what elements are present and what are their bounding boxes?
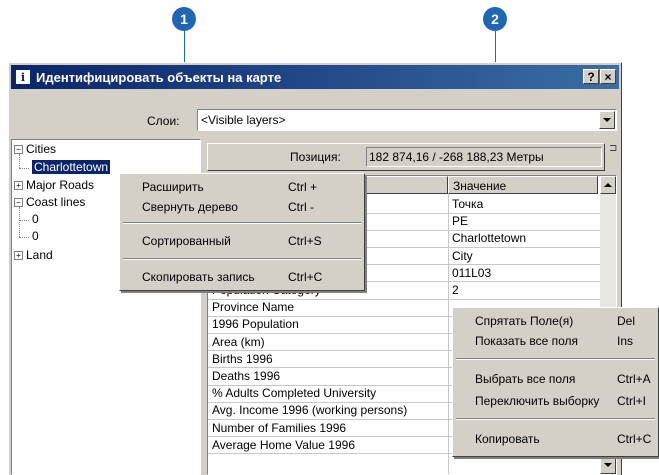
menu-item-hide-fields[interactable]: Спрятать Поле(я) Del — [453, 312, 658, 330]
tree-item-0a[interactable]: 0 — [32, 212, 39, 226]
grid-field-cell[interactable]: Number of Families 1996 — [212, 420, 446, 436]
grid-value-cell[interactable]: City — [452, 248, 598, 264]
position-label: Позиция: — [290, 150, 341, 164]
close-button[interactable]: × — [600, 69, 616, 84]
chevron-down-icon — [604, 463, 612, 467]
grid-field-cell[interactable]: Average Home Value 1996 — [212, 437, 446, 453]
tree-item-land[interactable]: + Land — [14, 248, 53, 262]
collapse-icon[interactable]: − — [14, 198, 23, 208]
grid-field-cell[interactable]: Deaths 1996 — [212, 368, 446, 384]
grid-field-cell[interactable]: Province Name — [212, 299, 446, 315]
tree-line — [19, 168, 29, 169]
tree-line — [19, 154, 21, 168]
tree-item-coast-lines[interactable]: − Coast lines — [14, 195, 85, 209]
grid-value-cell[interactable]: PE — [452, 213, 598, 229]
grid-value-cell[interactable]: 2 — [452, 282, 598, 298]
tree-item-charlottetown[interactable]: Charlottetown — [32, 160, 111, 174]
menu-item-copy-record[interactable]: Скопировать запись Ctrl+C — [120, 268, 364, 286]
grid-value-cell[interactable]: Точка — [452, 196, 598, 212]
value-header-label: Значение — [453, 179, 507, 193]
callout-2: 2 — [483, 7, 507, 31]
info-icon: i — [16, 70, 30, 84]
position-value: 182 874,16 / -268 188,23 Метры — [369, 150, 544, 164]
menu-item-select-all-fields[interactable]: Выбрать все поля Ctrl+A — [453, 370, 658, 388]
menu-item-expand[interactable]: Расширить Ctrl + — [120, 178, 364, 196]
scroll-down-button[interactable] — [600, 456, 616, 474]
tree-line — [19, 237, 29, 238]
expand-icon[interactable]: + — [14, 251, 23, 261]
menu-separator — [123, 222, 361, 224]
help-button[interactable]: ? — [583, 69, 599, 84]
position-value-box: 182 874,16 / -268 188,23 Метры — [366, 147, 602, 167]
tree-item-major-roads[interactable]: + Major Roads — [14, 178, 94, 192]
chevron-down-icon — [603, 118, 611, 122]
layers-dropdown-arrow[interactable] — [599, 111, 615, 129]
collapse-icon[interactable]: − — [14, 145, 23, 155]
tree-line — [19, 220, 29, 221]
grid-column-divider — [448, 194, 449, 474]
chevron-up-icon — [604, 183, 612, 187]
menu-item-show-all-fields[interactable]: Показать все поля Ins — [453, 332, 658, 350]
menu-separator — [456, 418, 655, 420]
menu-item-copy[interactable]: Копировать Ctrl+C — [453, 430, 658, 448]
layers-value: <Visible layers> — [201, 113, 286, 127]
grid-context-menu: Спрятать Поле(я) Del Показать все поля Ins… — [452, 307, 659, 457]
menu-separator — [456, 358, 655, 360]
grid-field-cell[interactable]: Avg. Income 1996 (working persons) — [212, 402, 446, 418]
callout-1: 1 — [172, 7, 196, 31]
grid-field-cell[interactable]: Area (km) — [212, 334, 446, 350]
expand-icon[interactable]: + — [14, 181, 23, 191]
grid-field-cell[interactable]: Births 1996 — [212, 351, 446, 367]
position-bar: Позиция: 182 874,16 / -268 188,23 Метры — [207, 143, 605, 171]
menu-separator — [123, 258, 361, 260]
window-title: Идентифицировать объекты на карте — [36, 69, 282, 85]
scroll-up-button[interactable] — [600, 176, 616, 194]
layers-dropdown[interactable]: <Visible layers> — [197, 109, 617, 131]
tree-line — [19, 207, 21, 237]
menu-item-toggle-selection[interactable]: Переключить выборку Ctrl+I — [453, 392, 658, 410]
value-header[interactable]: Значение — [448, 176, 598, 194]
tree-item-0b[interactable]: 0 — [32, 229, 39, 243]
grid-field-cell[interactable]: % Adults Completed University — [212, 385, 446, 401]
layers-label: Слои: — [147, 114, 180, 128]
menu-item-collapse[interactable]: Свернуть дерево Ctrl - — [120, 198, 364, 216]
pin-icon[interactable]: ⊐ — [609, 143, 617, 154]
menu-item-sorted[interactable]: Сортированный Ctrl+S — [120, 232, 364, 250]
grid-value-cell[interactable]: Charlottetown — [452, 230, 598, 246]
grid-field-cell[interactable]: 1996 Population — [212, 316, 446, 332]
grid-value-cell[interactable]: 011L03 — [452, 265, 598, 281]
tree-context-menu: Расширить Ctrl + Свернуть дерево Ctrl - Со… — [119, 173, 365, 291]
title-bar: i Идентифицировать объекты на карте ? × — [11, 65, 619, 89]
